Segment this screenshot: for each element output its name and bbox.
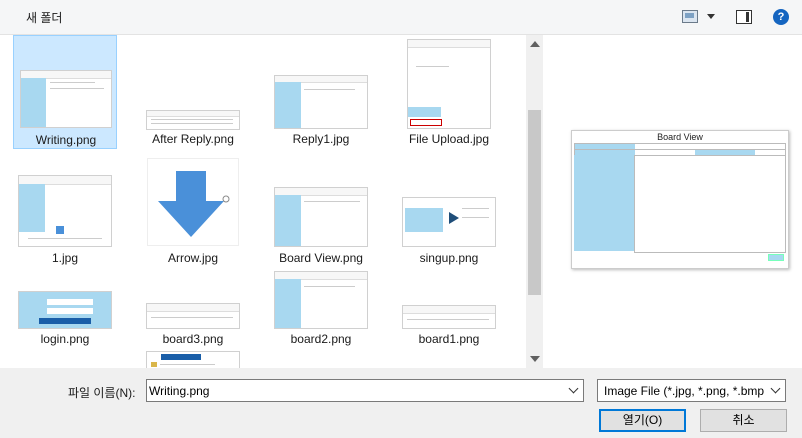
open-button[interactable]: 열기(O): [599, 409, 686, 432]
file-name: board2.png: [290, 332, 352, 346]
file-thumbnail: [147, 158, 239, 246]
file-thumbnail: [402, 305, 496, 329]
file-name: File Upload.jpg: [408, 132, 490, 146]
file-item-arrow[interactable]: Arrow.jpg: [141, 153, 245, 267]
file-item-board1[interactable]: board1.png: [397, 271, 501, 368]
file-item-file-upload[interactable]: File Upload.jpg: [397, 35, 501, 149]
file-name: singup.png: [419, 251, 479, 265]
file-item-after-reply[interactable]: After Reply.png: [141, 35, 245, 149]
file-thumbnail: [18, 175, 112, 247]
filename-input[interactable]: [149, 382, 549, 399]
file-item-login[interactable]: login.png: [13, 271, 117, 368]
file-item-writing[interactable]: Writing.png: [13, 35, 117, 149]
file-item-board-view[interactable]: Board View.png: [269, 153, 373, 267]
chevron-down-icon[interactable]: [568, 383, 579, 394]
preview-pane-icon[interactable]: [736, 10, 752, 24]
file-item-singup[interactable]: singup.png: [397, 153, 501, 267]
scroll-down-icon[interactable]: [530, 356, 540, 362]
file-name: board1.png: [418, 332, 480, 346]
change-view-icon[interactable]: [682, 10, 698, 23]
file-thumbnail: [274, 75, 368, 129]
file-item-reply1[interactable]: Reply1.jpg: [269, 35, 373, 149]
file-name: Board View.png: [279, 251, 363, 265]
file-thumbnail: [402, 197, 496, 247]
filename-combobox[interactable]: [146, 379, 584, 402]
cancel-button[interactable]: 취소: [700, 409, 787, 432]
toolbar: 새 폴더 ?: [0, 0, 802, 35]
file-thumbnail[interactable]: [146, 351, 240, 368]
file-name: Writing.png: [35, 133, 97, 147]
file-name: Reply1.jpg: [292, 132, 350, 146]
preview-pane: Board View: [543, 35, 802, 368]
file-name: After Reply.png: [152, 132, 234, 146]
chevron-down-icon[interactable]: [770, 383, 781, 394]
file-thumbnail: [146, 110, 240, 130]
arrow-down-graphic: [158, 171, 230, 237]
file-thumbnail: [146, 303, 240, 329]
file-thumbnail: [20, 70, 112, 128]
help-icon[interactable]: ?: [773, 9, 789, 25]
file-thumbnail: [407, 39, 491, 129]
file-name: Arrow.jpg: [167, 251, 219, 265]
vertical-scrollbar[interactable]: [526, 35, 543, 368]
file-item-1[interactable]: 1.jpg: [13, 153, 117, 267]
file-list: Writing.png After Reply.png Reply1.jpg F…: [0, 35, 526, 368]
file-thumbnail: [18, 291, 112, 329]
scrollbar-thumb[interactable]: [528, 110, 541, 295]
new-folder-button[interactable]: 새 폴더: [26, 9, 62, 26]
file-item-board2[interactable]: board2.png: [269, 271, 373, 368]
file-name: board3.png: [162, 332, 224, 346]
file-type-select[interactable]: Image File (*.jpg, *.png, *.bmp: [597, 379, 786, 402]
scroll-up-icon[interactable]: [530, 41, 540, 47]
filename-label: 파일 이름(N):: [68, 386, 136, 400]
file-thumbnail: [274, 187, 368, 247]
file-thumbnail: [274, 271, 368, 329]
file-name: login.png: [40, 332, 90, 346]
preview-title: Board View: [657, 132, 703, 142]
file-type-value: Image File (*.jpg, *.png, *.bmp: [604, 384, 765, 398]
file-name: 1.jpg: [51, 251, 79, 265]
preview-image: Board View: [571, 130, 789, 269]
view-options-chevron-down-icon[interactable]: [707, 14, 715, 19]
